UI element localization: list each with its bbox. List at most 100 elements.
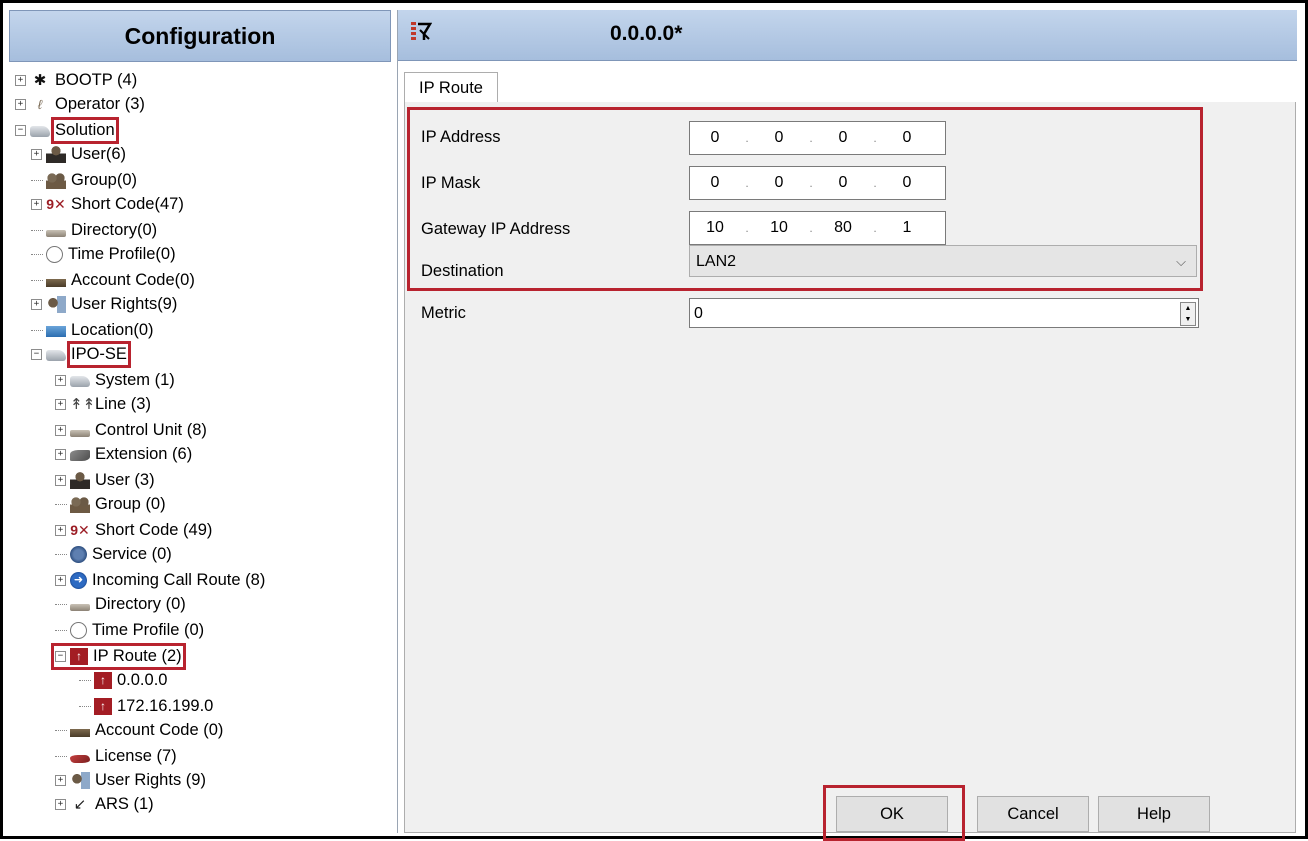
help-button[interactable]: Help: [1098, 796, 1210, 832]
tree-item-incoming-call-route[interactable]: + ➜ Incoming Call Route (8): [55, 568, 265, 592]
tree-item-bootp[interactable]: + ✱ BOOTP (4): [15, 68, 137, 92]
directory-icon: [46, 229, 66, 237]
directory-icon: [70, 603, 90, 611]
tab-ip-route[interactable]: IP Route: [404, 72, 498, 104]
system-icon: [70, 376, 90, 387]
tree-item-ipo-time-profile[interactable]: Time Profile (0): [55, 618, 204, 642]
collapse-icon[interactable]: −: [55, 650, 66, 662]
solution-icon: [30, 126, 50, 137]
user-icon: [70, 471, 90, 489]
expand-icon[interactable]: +: [31, 198, 42, 210]
account-code-icon: [46, 278, 66, 287]
cancel-button[interactable]: Cancel: [977, 796, 1089, 832]
expand-icon[interactable]: +: [55, 574, 66, 586]
tree-item-system[interactable]: + System (1): [55, 368, 175, 392]
expand-icon[interactable]: +: [31, 298, 42, 310]
expand-icon[interactable]: +: [55, 798, 66, 810]
bootp-icon: ✱: [33, 71, 47, 89]
collapse-icon[interactable]: −: [15, 124, 26, 136]
ok-button[interactable]: OK: [836, 796, 948, 832]
expand-icon[interactable]: +: [55, 424, 66, 436]
ip-route-icon: ↑: [94, 671, 112, 689]
ip-address-field[interactable]: 0. 0. 0. 0: [689, 121, 946, 155]
tree-item-ars[interactable]: + ↙ ARS (1): [55, 792, 154, 816]
user-icon: [46, 145, 66, 163]
user-rights-icon: [46, 295, 66, 313]
configuration-tree-pane: Configuration + ✱ BOOTP (4) + ℓ Operator…: [9, 10, 391, 833]
account-code-icon: [70, 728, 90, 737]
gateway-ip-field[interactable]: 10. 10. 80. 1: [689, 211, 946, 245]
tree-item-license[interactable]: License (7): [55, 744, 177, 768]
collapse-icon[interactable]: −: [31, 348, 42, 360]
dialog-button-bar: OK Cancel Help: [404, 782, 1296, 841]
solution-label: Solution: [51, 116, 119, 144]
expand-icon[interactable]: +: [31, 148, 42, 160]
metric-spinner[interactable]: 0 ▲ ▼: [689, 298, 1199, 328]
tree-item-service[interactable]: Service (0): [55, 542, 172, 566]
ip-mask-field[interactable]: 0. 0. 0. 0: [689, 166, 946, 200]
tree-item-ip-route[interactable]: − ↑ IP Route (2): [51, 642, 186, 670]
tree-item-ipo-se[interactable]: − IPO-SE: [31, 340, 131, 368]
tree-item-ipo-user-rights[interactable]: + User Rights (9): [55, 768, 206, 792]
destination-select[interactable]: LAN2 ⌵: [689, 245, 1197, 277]
ars-icon: ↙: [73, 795, 87, 813]
ipo-se-label: IPO-SE: [67, 340, 131, 368]
record-title: 0.0.0.0*: [610, 22, 683, 45]
ip-route-icon: ↑: [70, 647, 88, 665]
tab-strip: IP Route: [404, 72, 1294, 104]
chevron-down-icon[interactable]: ⌵: [1176, 246, 1186, 278]
ip-route-details-pane: 0.0.0.0* IP Route IP Address 0. 0. 0. 0 …: [397, 10, 1297, 841]
operator-icon: ℓ: [37, 96, 43, 112]
tree-item-short-code[interactable]: + 9✕ Short Code(47): [31, 192, 184, 216]
gateway-ip-label: Gateway IP Address: [421, 220, 571, 238]
tree-item-control-unit[interactable]: + Control Unit (8): [55, 418, 207, 442]
ip-route-highlight: − ↑ IP Route (2): [51, 642, 186, 670]
tree-item-extension[interactable]: + Extension (6): [55, 442, 192, 466]
tree-item-route-172-16-199-0[interactable]: ↑ 172.16.199.0: [79, 694, 213, 718]
tree-item-route-0-0-0-0[interactable]: ↑ 0.0.0.0: [79, 668, 167, 692]
tree-item-account-code[interactable]: Account Code(0): [31, 268, 195, 292]
clock-icon: [46, 245, 63, 263]
edit-record-icon: [411, 22, 432, 40]
expand-icon[interactable]: +: [55, 448, 66, 460]
tree-item-group[interactable]: Group(0): [31, 168, 137, 192]
destination-label: Destination: [421, 262, 504, 280]
expand-icon[interactable]: +: [55, 524, 66, 536]
expand-icon[interactable]: +: [15, 74, 26, 86]
service-icon: [70, 545, 87, 563]
expand-icon[interactable]: +: [55, 474, 66, 486]
tree-item-ipo-short-code[interactable]: + 9✕ Short Code (49): [55, 518, 212, 542]
tree-item-user[interactable]: + User(6): [31, 142, 126, 166]
metric-value: 0: [694, 305, 703, 322]
expand-icon[interactable]: +: [15, 98, 26, 110]
extension-icon: [70, 450, 90, 461]
line-icon: ↟↟: [70, 395, 96, 413]
tree-item-ipo-group[interactable]: Group (0): [55, 492, 166, 516]
location-icon: [46, 326, 66, 337]
expand-icon[interactable]: +: [55, 774, 66, 786]
tree-item-line[interactable]: + ↟↟ Line (3): [55, 392, 151, 416]
ip-route-icon: ↑: [94, 697, 112, 715]
metric-label: Metric: [421, 304, 466, 322]
license-icon: [70, 754, 90, 763]
expand-icon[interactable]: +: [55, 374, 66, 386]
tree-item-time-profile[interactable]: Time Profile(0): [31, 242, 176, 266]
tree-item-solution[interactable]: − Solution: [15, 116, 119, 144]
short-code-icon: 9✕: [70, 521, 90, 538]
tree-item-user-rights[interactable]: + User Rights(9): [31, 292, 177, 316]
expand-icon[interactable]: +: [55, 398, 66, 410]
configuration-header: Configuration: [9, 10, 391, 62]
spinner-arrows-icon[interactable]: ▲ ▼: [1180, 302, 1196, 326]
tree-item-ipo-directory[interactable]: Directory (0): [55, 592, 186, 616]
group-icon: [70, 495, 90, 513]
details-header: 0.0.0.0*: [398, 10, 1297, 61]
destination-value: LAN2: [696, 253, 737, 270]
tree-item-ipo-account-code[interactable]: Account Code (0): [55, 718, 223, 742]
tree-item-ipo-user[interactable]: + User (3): [55, 468, 155, 492]
ip-route-form: IP Address 0. 0. 0. 0 IP Mask 0. 0. 0. 0…: [404, 102, 1296, 783]
user-rights-icon: [70, 771, 90, 789]
control-unit-icon: [70, 429, 90, 437]
tree-item-directory[interactable]: Directory(0): [31, 218, 157, 242]
tree-item-location[interactable]: Location(0): [31, 318, 154, 342]
tree-item-operator[interactable]: + ℓ Operator (3): [15, 92, 145, 116]
